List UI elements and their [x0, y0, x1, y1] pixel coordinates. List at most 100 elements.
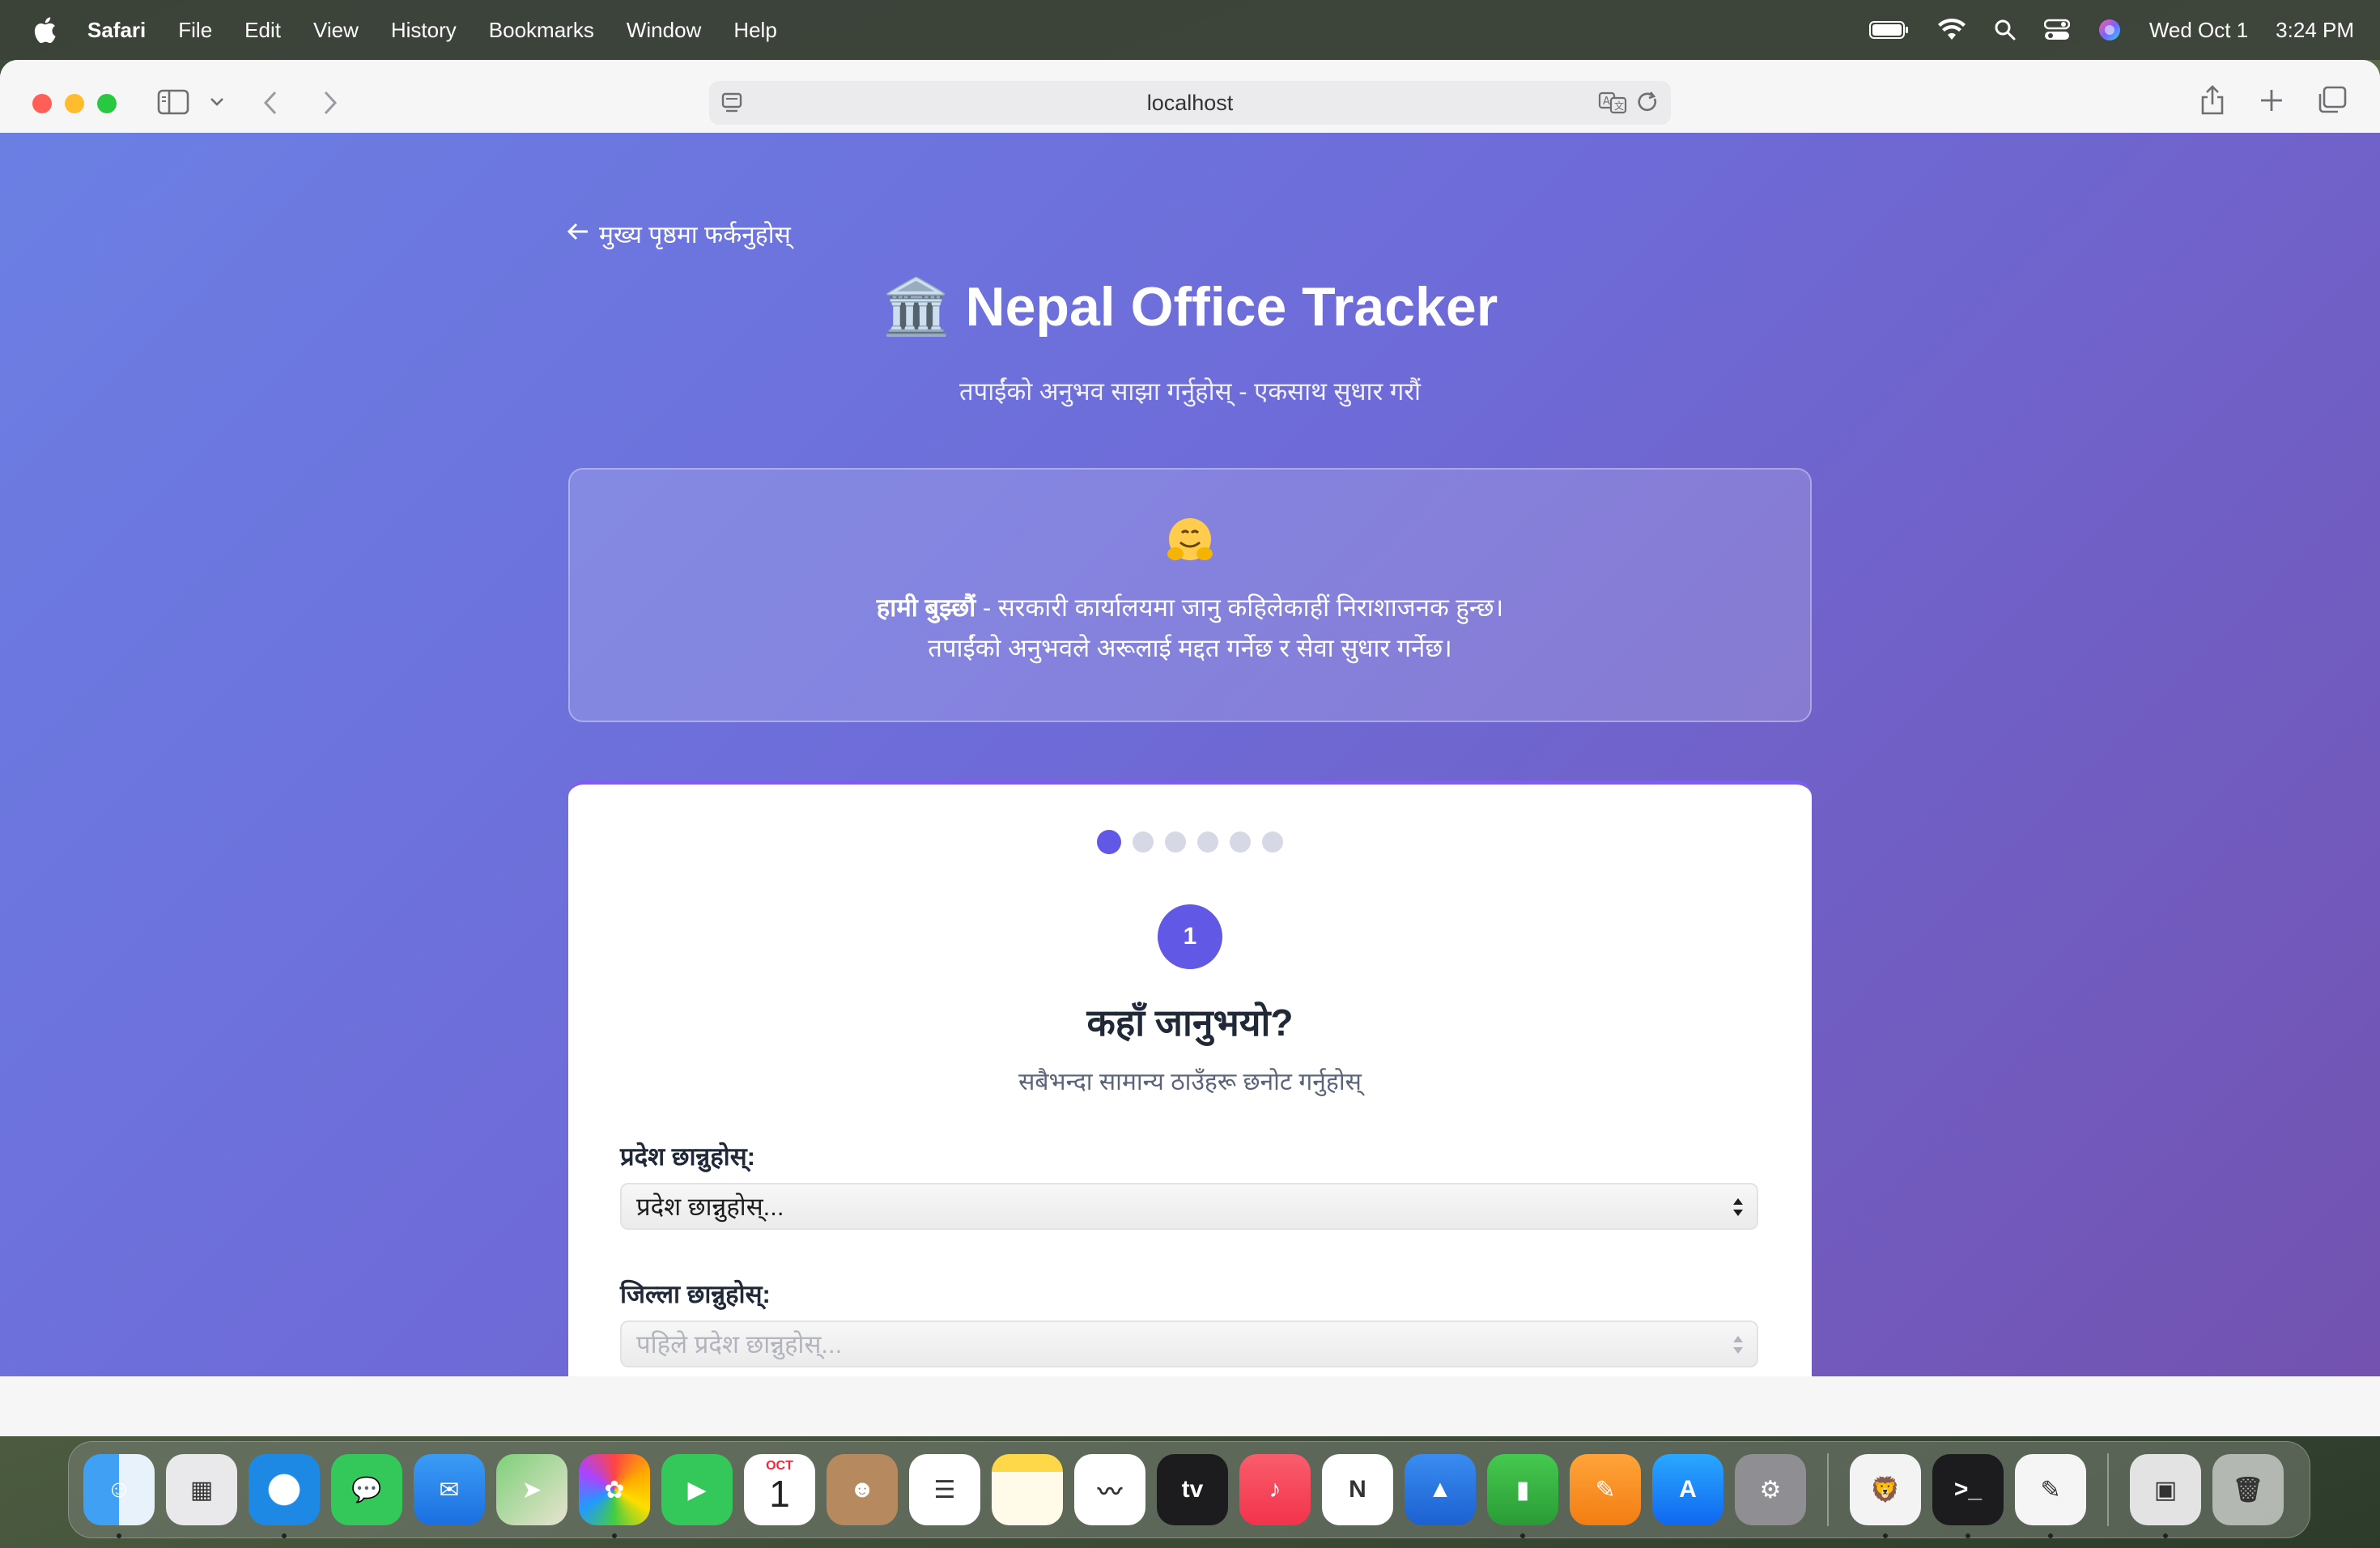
wifi-icon[interactable]	[1937, 19, 1966, 41]
running-indicator	[282, 1533, 287, 1538]
dock-safari-icon[interactable]: ⊕	[249, 1454, 320, 1538]
calendar-day: 1	[769, 1473, 790, 1515]
arrow-left-icon	[567, 220, 589, 248]
dock-notes-icon[interactable]	[992, 1454, 1063, 1525]
dock-trash-icon[interactable]: 🗑	[2212, 1454, 2284, 1525]
address-bar[interactable]: localhost A文	[709, 81, 1671, 125]
share-icon[interactable]	[2199, 84, 2226, 117]
close-window-button[interactable]	[32, 94, 52, 113]
province-label: प्रदेश छान्नुहोस्:	[620, 1142, 755, 1171]
menu-view[interactable]: View	[313, 18, 359, 43]
apple-menu-icon[interactable]	[32, 16, 65, 44]
menubar-time[interactable]: 3:24 PM	[2276, 18, 2354, 43]
step-dot	[1097, 830, 1121, 854]
district-select[interactable]: पहिले प्रदेश छान्नुहोस्...	[620, 1320, 1758, 1367]
running-indicator	[117, 1533, 121, 1538]
siri-icon[interactable]	[2097, 18, 2122, 42]
dock-mail-icon[interactable]: ✉	[414, 1454, 485, 1525]
government-building-icon: 🏛️	[882, 276, 951, 338]
dock-contacts-icon[interactable]: ☻	[827, 1454, 898, 1525]
province-select-value: प्रदेश छान्नुहोस्...	[636, 1193, 784, 1221]
menu-window[interactable]: Window	[627, 18, 701, 43]
menu-bookmarks[interactable]: Bookmarks	[489, 18, 594, 43]
menu-file[interactable]: File	[178, 18, 212, 43]
battery-icon[interactable]	[1868, 20, 1910, 40]
page-title: 🏛️ Nepal Office Tracker	[0, 274, 2380, 339]
dock-keynote-icon[interactable]: ▲	[1405, 1454, 1476, 1525]
menu-history[interactable]: History	[391, 18, 457, 43]
dock-terminal-icon[interactable]: >_	[1932, 1454, 2004, 1538]
info-line-2: तपाईंको अनुभवले अरूलाई मद्दत गर्नेछ र से…	[928, 634, 1452, 662]
step-subtitle: सबैभन्दा सामान्य ठाउँहरू छनोट गर्नुहोस्	[1018, 1069, 1362, 1095]
step-title: कहाँ जानुभयो?	[1086, 1002, 1294, 1044]
district-select-value: पहिले प्रदेश छान्नुहोस्...	[636, 1330, 843, 1359]
empathy-info-box: हामी बुझ्छौं - सरकारी कार्यालयमा जानु कह…	[568, 468, 1812, 722]
tab-overview-icon[interactable]	[2317, 86, 2348, 115]
web-page: मुख्य पृष्ठमा फर्कनुहोस् 🏛️ Nepal Office…	[0, 133, 2380, 1376]
dock-freeform-icon[interactable]: 〰	[1074, 1454, 1145, 1525]
info-line-1: - सरकारी कार्यालयमा जानु कहिलेकाहीं निरा…	[975, 593, 1504, 622]
hugging-face-icon	[570, 515, 1810, 567]
menu-edit[interactable]: Edit	[244, 18, 281, 43]
step-number-badge: 1	[1158, 904, 1222, 969]
menu-safari[interactable]: Safari	[87, 18, 146, 43]
translate-icon[interactable]: A文	[1598, 91, 1627, 121]
select-arrows-icon	[1731, 1332, 1745, 1364]
dock-music-icon[interactable]: ♪	[1239, 1454, 1311, 1525]
dock-system-settings-icon[interactable]: ⚙	[1735, 1454, 1806, 1525]
dock-launchpad-icon[interactable]: ▦	[166, 1454, 237, 1525]
control-center-icon[interactable]	[2043, 19, 2070, 41]
menu-help[interactable]: Help	[733, 18, 776, 43]
dock-news-icon[interactable]: N	[1322, 1454, 1393, 1525]
chevron-down-icon[interactable]	[209, 96, 225, 108]
dock-finder-icon[interactable]: ☺	[83, 1454, 155, 1538]
sidebar-toggle-icon[interactable]	[157, 89, 189, 115]
calendar-month: OCT	[766, 1459, 793, 1473]
dock-separator	[1827, 1453, 1829, 1526]
zoom-window-button[interactable]	[97, 94, 117, 113]
dock-pages-icon[interactable]: ✎	[1570, 1454, 1641, 1525]
minimize-window-button[interactable]	[65, 94, 84, 113]
svg-text:文: 文	[1614, 100, 1624, 112]
menubar-date[interactable]: Wed Oct 1	[2149, 18, 2248, 43]
back-icon[interactable]	[259, 89, 283, 117]
url-text[interactable]: localhost	[1147, 91, 1234, 116]
dock-numbers-icon[interactable]: ▮	[1487, 1454, 1558, 1538]
back-to-home-link[interactable]: मुख्य पृष्ठमा फर्कनुहोस्	[567, 217, 791, 250]
forward-icon[interactable]	[317, 89, 342, 117]
select-arrows-icon	[1731, 1194, 1745, 1227]
dock-textedit-icon[interactable]: ✎	[2015, 1454, 2086, 1538]
province-select[interactable]: प्रदेश छान्नुहोस्...	[620, 1183, 1758, 1230]
dock-maps-icon[interactable]: ➤	[496, 1454, 567, 1525]
menu-bar: Safari File Edit View History Bookmarks …	[0, 0, 2380, 60]
dock-app-store-icon[interactable]: A	[1652, 1454, 1723, 1525]
info-message: हामी बुझ्छौं - सरकारी कार्यालयमा जानु कह…	[570, 588, 1810, 669]
info-bold-text: हामी बुझ्छौं	[876, 593, 976, 622]
running-indicator	[1520, 1533, 1525, 1538]
step-progress-dots	[568, 830, 1812, 854]
back-link-text: मुख्य पृष्ठमा फर्कनुहोस्	[599, 222, 791, 249]
page-title-text: Nepal Office Tracker	[965, 276, 1498, 338]
reload-icon[interactable]	[1637, 91, 1660, 121]
page-subtitle: तपाईंको अनुभव साझा गर्नुहोस् - एकसाथ सुध…	[958, 377, 1422, 406]
step-dot	[1262, 831, 1283, 853]
new-tab-icon[interactable]	[2259, 87, 2284, 113]
dock: ☺ ▦ ⊕ 💬 ✉ ➤ ✿ ▶ OCT 1 ☻ ☰ 〰 tv ♪ N ▲ ▮ ✎ A ⚙ 🦁 >_ ✎ ▣ 🗑	[68, 1441, 2310, 1538]
spotlight-search-icon[interactable]	[1994, 19, 2017, 41]
running-indicator	[1883, 1533, 1888, 1538]
dock-photos-icon[interactable]: ✿	[579, 1454, 650, 1538]
running-indicator	[612, 1533, 617, 1538]
step-dot	[1165, 831, 1186, 853]
dock-messages-icon[interactable]: 💬	[331, 1454, 402, 1525]
dock-tv-icon[interactable]: tv	[1157, 1454, 1228, 1525]
page-menu-icon[interactable]	[720, 91, 745, 121]
running-indicator	[2048, 1533, 2053, 1538]
dock-brave-icon[interactable]: 🦁	[1850, 1454, 1921, 1538]
dock-preview-icon[interactable]: ▣	[2130, 1454, 2201, 1538]
step-dot	[1133, 831, 1154, 853]
dock-calendar-icon[interactable]: OCT 1	[744, 1454, 815, 1525]
dock-facetime-icon[interactable]: ▶	[661, 1454, 733, 1525]
district-label: जिल्ला छान्नुहोस्:	[620, 1280, 771, 1308]
svg-text:A: A	[1603, 96, 1610, 108]
dock-reminders-icon[interactable]: ☰	[909, 1454, 980, 1525]
